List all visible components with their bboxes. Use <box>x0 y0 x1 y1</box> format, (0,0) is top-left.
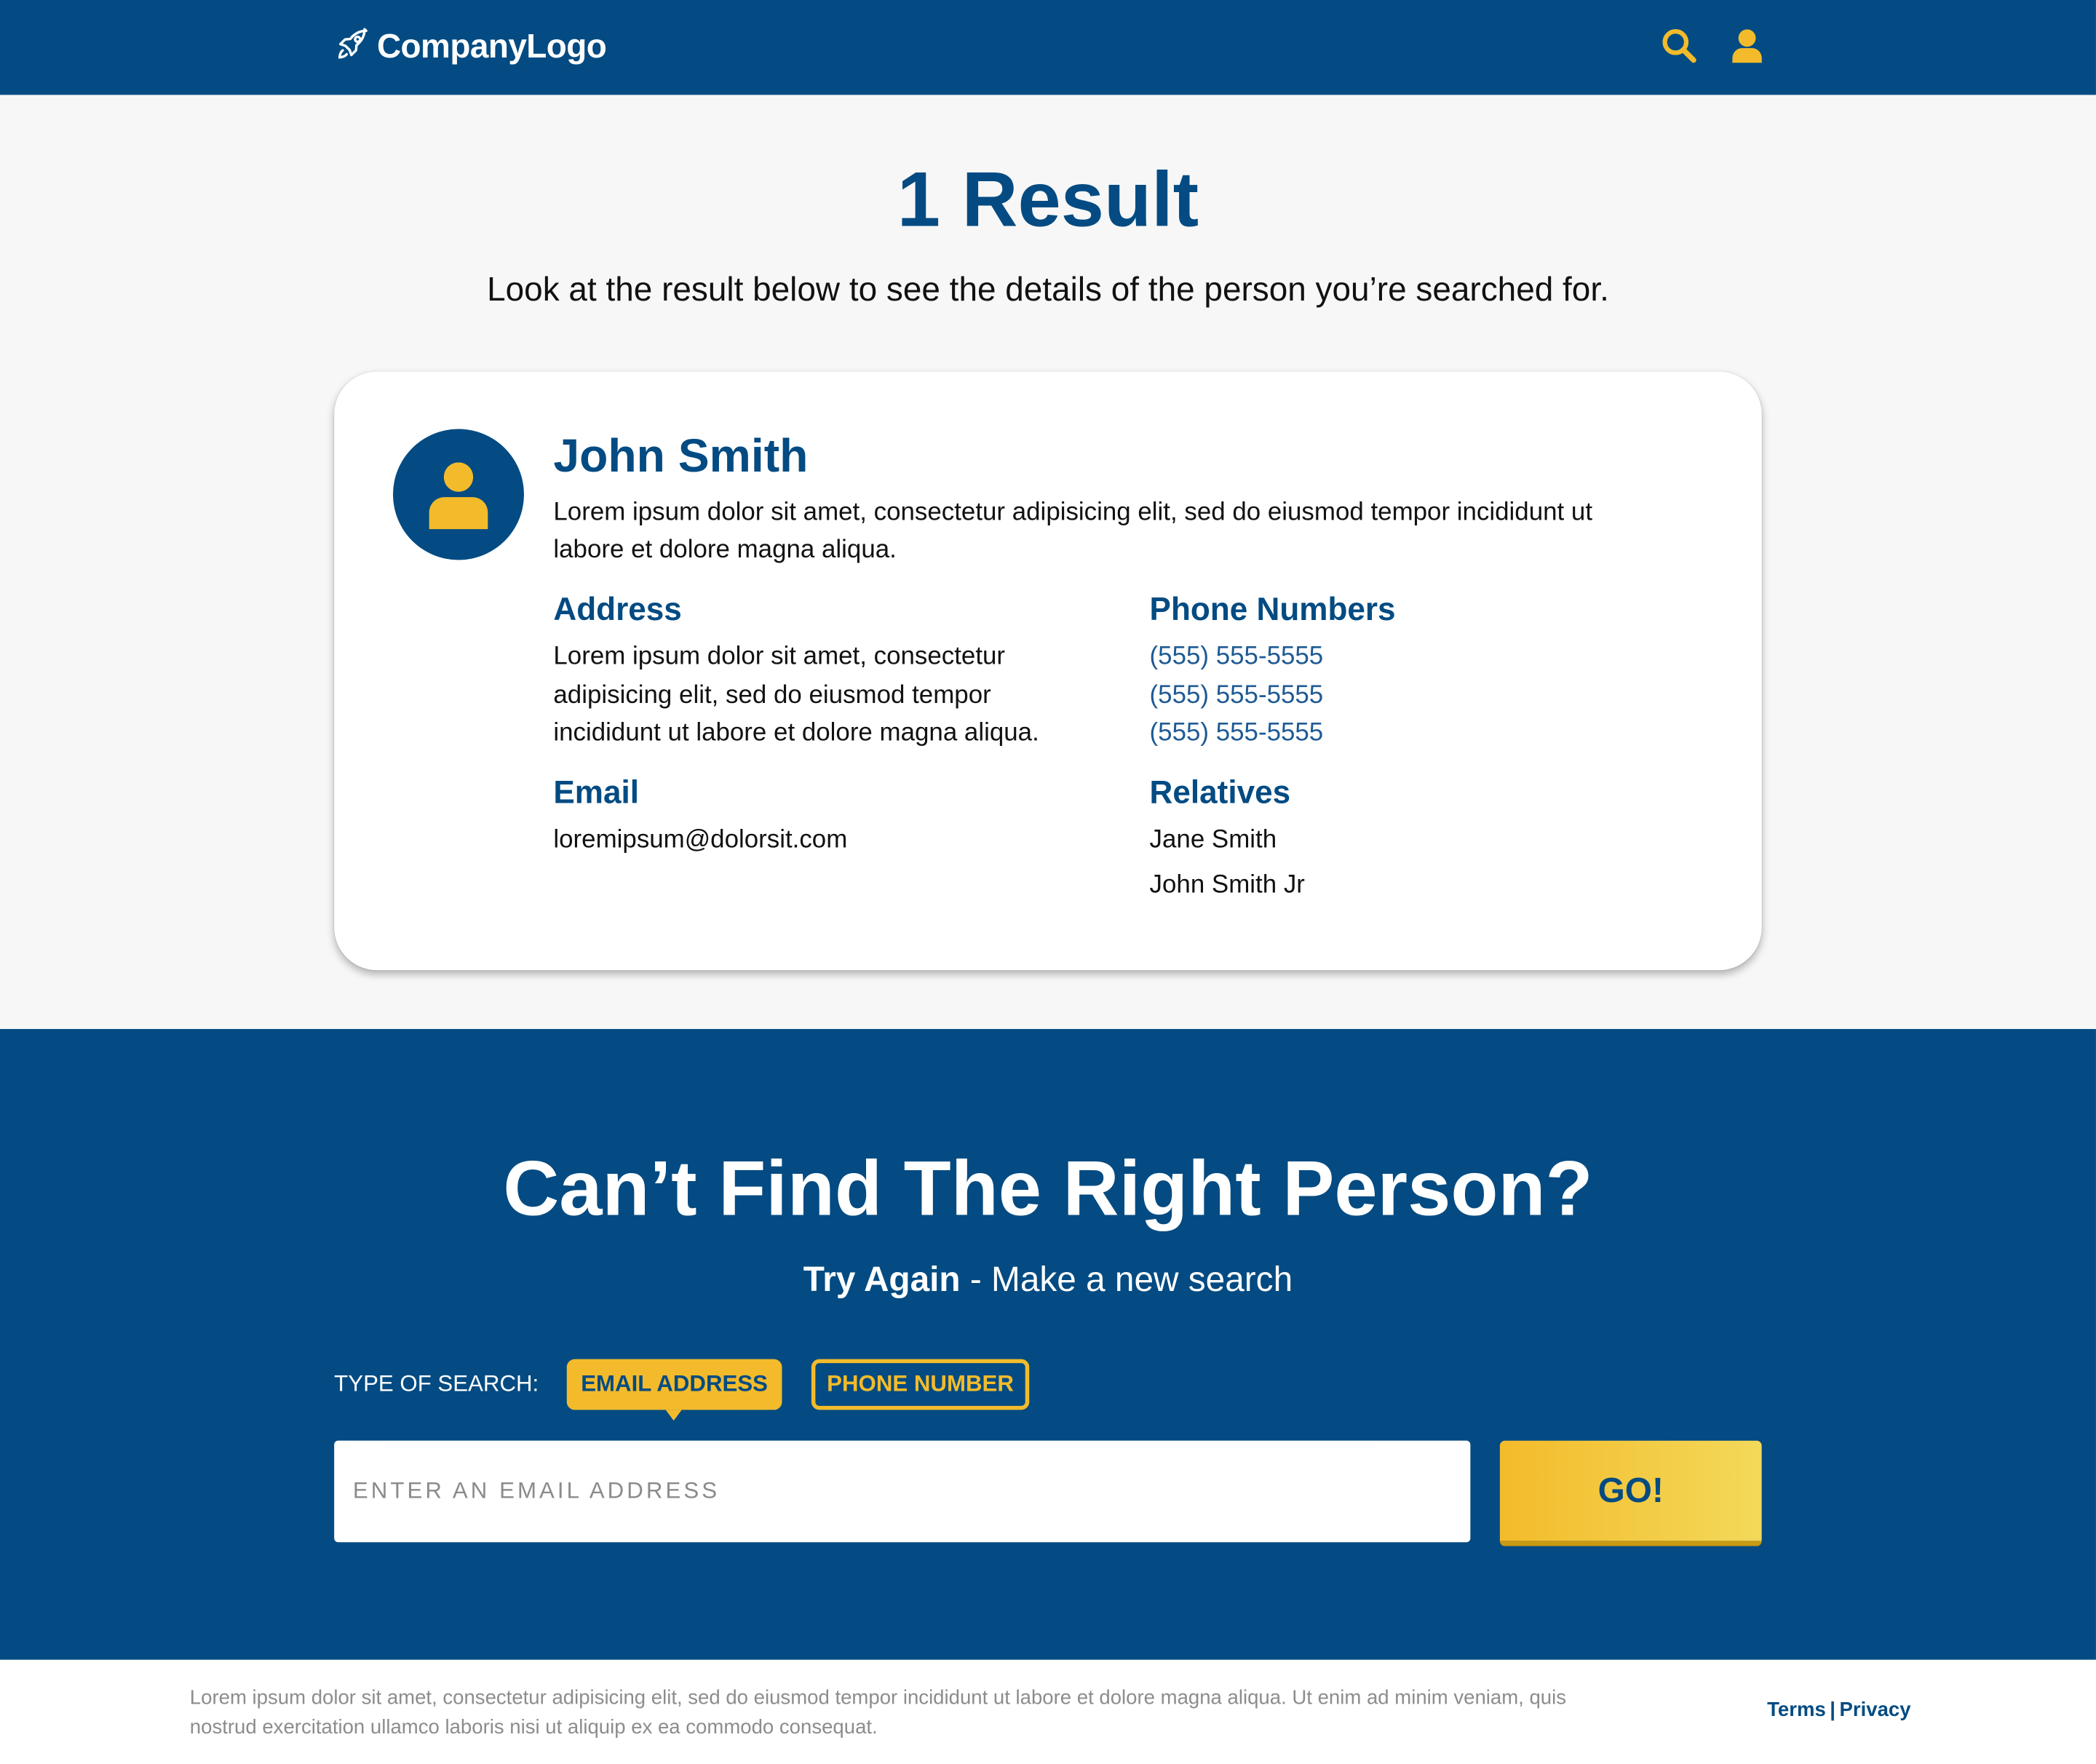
results-title: 1 Result <box>897 156 1199 244</box>
address-line: incididunt ut labore et dolore magna ali… <box>553 718 1039 747</box>
cta-sub-bold: Try Again <box>803 1258 961 1299</box>
cta-title: Can’t Find The Right Person? <box>503 1145 1593 1233</box>
results-subtitle: Look at the result below to see the deta… <box>487 271 1609 309</box>
phone-list: (555) 555-5555 (555) 555-5555 (555) 555-… <box>1150 639 1324 753</box>
phone-link[interactable]: (555) 555-5555 <box>1150 639 1324 677</box>
logo-text: CompanyLogo <box>376 27 607 65</box>
person-description: Lorem ipsum dolor sit amet, consectetur … <box>553 498 1593 564</box>
address-line: adipisicing elit, sed do eiusmod tempor <box>553 680 991 710</box>
phone-link[interactable]: (555) 555-5555 <box>1150 677 1324 715</box>
cta-sub-rest: - Make a new search <box>960 1258 1293 1299</box>
email-search-input[interactable] <box>334 1440 1471 1543</box>
company-logo[interactable]: CompanyLogo <box>334 25 607 69</box>
phone-link[interactable]: (555) 555-5555 <box>1150 715 1324 752</box>
user-icon[interactable] <box>1728 27 1766 64</box>
privacy-link[interactable]: Privacy <box>1840 1699 1911 1721</box>
page: CompanyLogo 1 Result Look at the result … <box>0 0 2096 1764</box>
search-icon[interactable] <box>1660 27 1697 64</box>
email-title: Email <box>553 775 639 811</box>
address-line: Lorem ipsum dolor sit amet, consectetur <box>553 643 1006 671</box>
go-button[interactable]: GO! <box>1499 1440 1762 1546</box>
terms-link[interactable]: Terms <box>1767 1699 1826 1721</box>
email-value: loremipsum@dolorsit.com <box>553 825 848 854</box>
rocket-icon <box>334 25 371 69</box>
relatives-title: Relatives <box>1149 775 1291 811</box>
relatives-list: Jane Smith John Smith Jr <box>1150 818 1305 909</box>
address-text: Lorem ipsum dolor sit amet, consectetur … <box>553 639 1114 753</box>
address-title: Address <box>553 592 682 629</box>
footer: Lorem ipsum dolor sit amet, consectetur … <box>0 1659 2096 1764</box>
search-type-email-tab[interactable]: EMAIL ADDRESS <box>566 1359 782 1421</box>
search-type-label: TYPE OF SEARCH: <box>334 1371 539 1397</box>
avatar <box>392 429 524 560</box>
top-navbar: CompanyLogo <box>0 0 2096 95</box>
cta-subtitle: Try Again - Make a new search <box>0 1259 2096 1300</box>
footer-text: Lorem ipsum dolor sit amet, consectetur … <box>189 1686 1567 1739</box>
user-avatar-icon <box>429 462 488 530</box>
person-name[interactable]: John Smith <box>553 430 808 483</box>
phones-title: Phone Numbers <box>1149 592 1396 629</box>
search-type-phone-tab[interactable]: PHONE NUMBER <box>811 1359 1030 1410</box>
result-card: John Smith Lorem ipsum dolor sit amet, c… <box>334 371 1762 971</box>
relative-name[interactable]: John Smith Jr <box>1150 863 1305 908</box>
footer-links: Terms | Privacy <box>1767 1699 1910 1721</box>
footer-separator: | <box>1830 1699 1836 1722</box>
relative-name[interactable]: Jane Smith <box>1150 818 1305 863</box>
search-again-section: Can’t Find The Right Person? Try Again -… <box>0 1029 2096 1660</box>
